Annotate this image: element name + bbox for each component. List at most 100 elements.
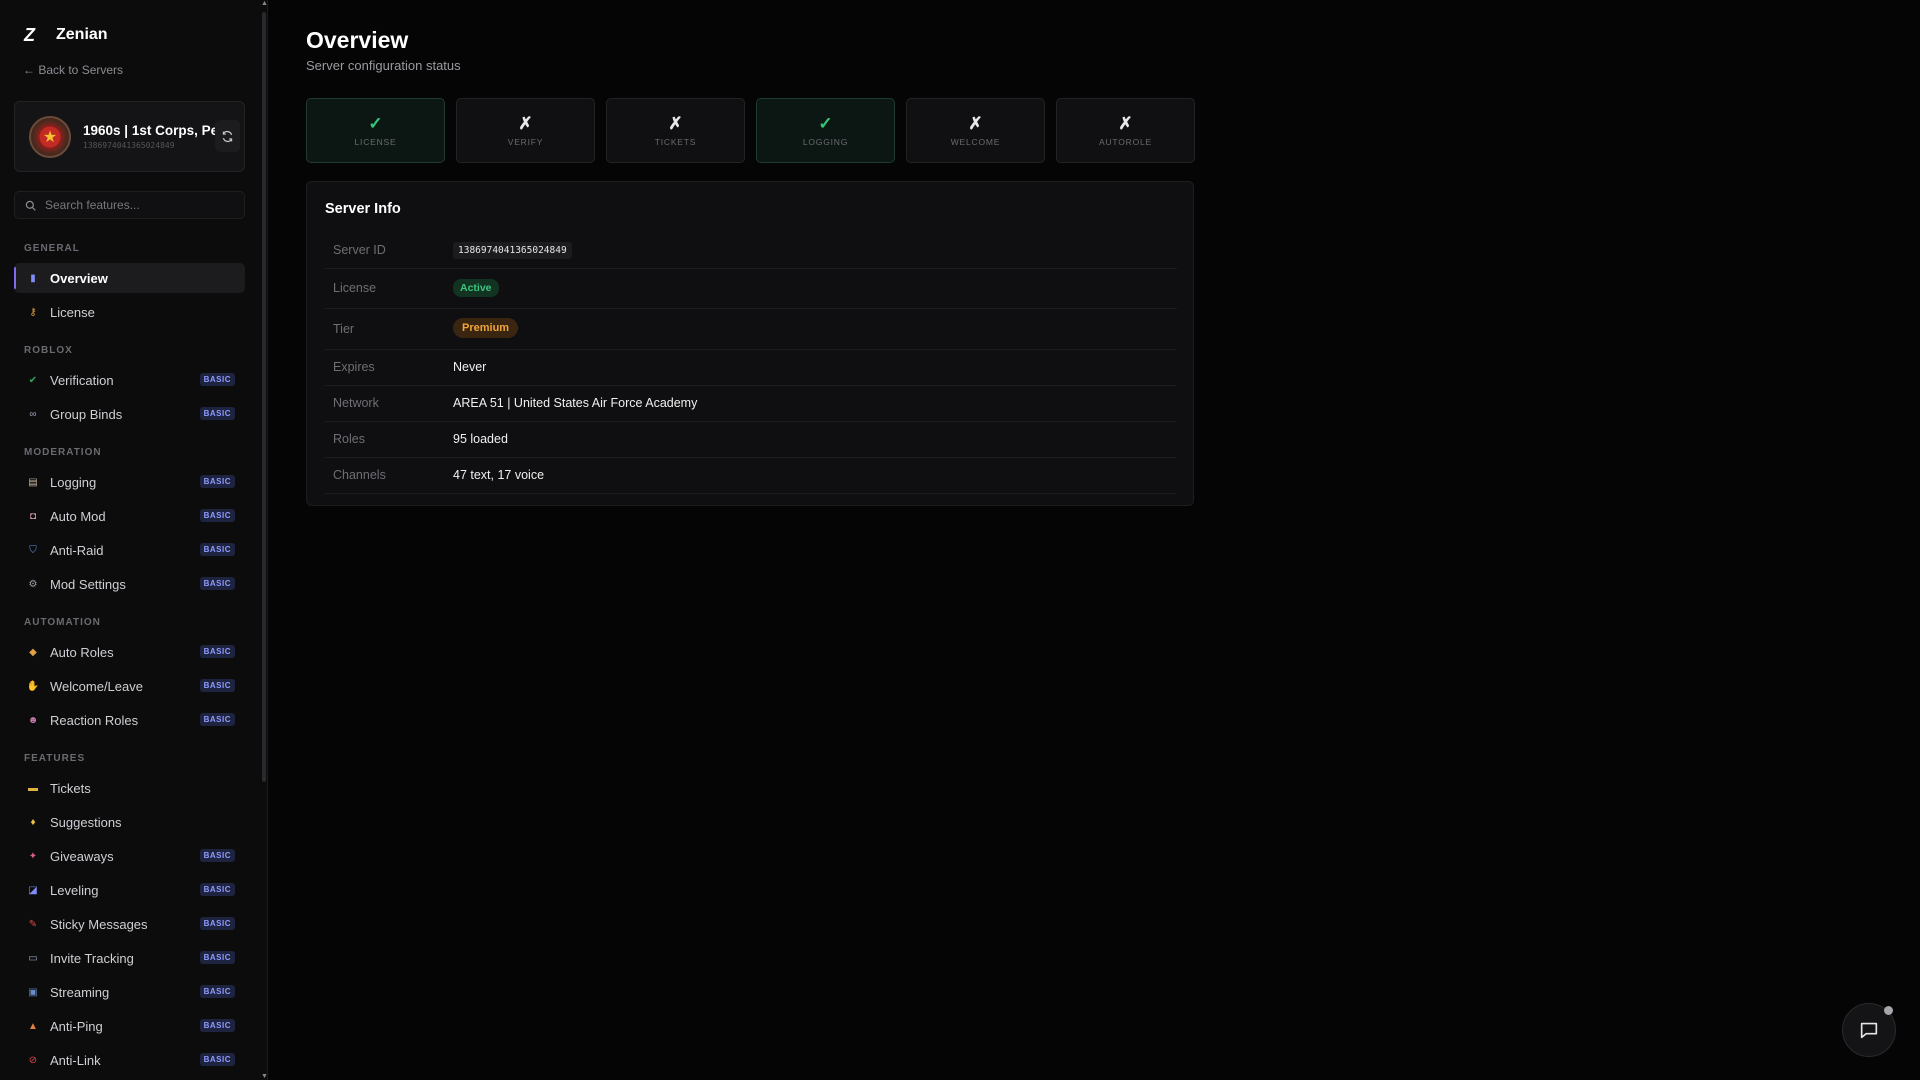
log-icon: ▤	[28, 476, 38, 488]
sidebar-item-mod-settings[interactable]: ⚙ Mod Settings BASIC	[14, 569, 245, 599]
sidebar-item-label: Welcome/Leave	[50, 678, 143, 694]
tier-badge: BASIC	[199, 985, 235, 998]
wave-icon: ✋	[26, 680, 40, 692]
sidebar-section-automation: AUTOMATION	[24, 617, 101, 628]
tier-badge: BASIC	[199, 543, 235, 556]
robot-icon: ◘	[29, 510, 37, 522]
sidebar-item-license[interactable]: ⚷ License	[14, 297, 245, 327]
cross-icon: ✗	[668, 114, 683, 133]
status-card-license[interactable]: ✓ LICENSE	[306, 98, 445, 163]
server-id: 1386974041365024849	[83, 141, 175, 150]
sidebar-item-reaction-roles[interactable]: ☻ Reaction Roles BASIC	[14, 705, 245, 735]
sidebar-item-label: Group Binds	[50, 406, 123, 422]
info-value-text: 95 loaded	[453, 432, 508, 446]
tier-badge: BASIC	[199, 475, 235, 488]
bulb-icon: ♦	[30, 816, 36, 828]
sidebar-item-label: Leveling	[50, 882, 99, 898]
status-card-label: VERIFY	[507, 137, 544, 147]
sidebar-item-suggestions[interactable]: ♦ Suggestions	[14, 807, 245, 837]
sidebar-item-label: Anti-Ping	[50, 1018, 103, 1034]
server-info-title: Server Info	[325, 201, 401, 217]
sidebar-item-anti-raid[interactable]: ⛉ Anti-Raid BASIC	[14, 535, 245, 565]
info-key: Expires	[333, 360, 375, 374]
sidebar: Z Zenian ← Back to Servers ★ 1960s | 1st…	[0, 0, 268, 1080]
info-key: License	[333, 281, 377, 295]
sidebar-item-verification[interactable]: ✔ Verification BASIC	[14, 365, 245, 395]
sidebar-item-label: Verification	[50, 372, 114, 388]
info-key: Channels	[333, 468, 386, 482]
status-card-label: TICKETS	[654, 137, 697, 147]
tier-badge: BASIC	[199, 951, 235, 964]
sidebar-section-features: FEATURES	[24, 753, 86, 764]
bell-icon: ▲	[28, 1020, 38, 1032]
status-card-autorole[interactable]: ✗ AUTOROLE	[1056, 98, 1195, 163]
sidebar-item-welcome-leave[interactable]: ✋ Welcome/Leave BASIC	[14, 671, 245, 701]
tier-badge: BASIC	[199, 645, 235, 658]
sidebar-item-overview[interactable]: ▮ Overview	[14, 263, 245, 293]
back-to-servers-link[interactable]: ← Back to Servers	[23, 63, 123, 77]
server-name: 1960s | 1st Corps, Pe...	[83, 123, 217, 138]
sidebar-item-label: Anti-Raid	[50, 542, 104, 558]
sidebar-item-giveaways[interactable]: ✦ Giveaways BASIC	[14, 841, 245, 871]
sidebar-item-logging[interactable]: ▤ Logging BASIC	[14, 467, 245, 497]
tier-badge: BASIC	[199, 917, 235, 930]
check-box-icon: ✔	[28, 374, 38, 386]
sidebar-item-label: Giveaways	[50, 848, 114, 864]
scroll-down-icon[interactable]: ▼	[261, 1073, 267, 1080]
sidebar-item-label: Auto Mod	[50, 508, 106, 524]
sidebar-item-sticky-messages[interactable]: ✎ Sticky Messages BASIC	[14, 909, 245, 939]
pin-icon: ✎	[28, 918, 38, 930]
sidebar-item-invite-tracking[interactable]: ▭ Invite Tracking BASIC	[14, 943, 245, 973]
masks-icon: ☻	[27, 714, 39, 726]
status-card-verify[interactable]: ✗ VERIFY	[456, 98, 595, 163]
status-card-tickets[interactable]: ✗ TICKETS	[606, 98, 745, 163]
sidebar-item-anti-link[interactable]: ⊘ Anti-Link BASIC	[14, 1045, 245, 1075]
info-row-license: License Active	[325, 269, 1177, 309]
sidebar-item-group-binds[interactable]: ∞ Group Binds BASIC	[14, 399, 245, 429]
chat-button[interactable]	[1842, 1003, 1896, 1057]
info-value: Never	[453, 360, 486, 374]
sidebar-item-label: Mod Settings	[50, 576, 126, 592]
info-row-server-id: Server ID 1386974041365024849	[325, 232, 1177, 269]
page-title: Overview	[306, 27, 409, 53]
status-card-label: WELCOME	[950, 137, 1001, 147]
info-value: 1386974041365024849	[453, 242, 572, 259]
link-icon: ∞	[29, 408, 37, 420]
search-box	[14, 191, 245, 219]
sidebar-scrollbar[interactable]: ▲ ▼	[261, 0, 267, 1080]
sidebar-item-label: Invite Tracking	[50, 950, 134, 966]
info-row-channels: Channels 47 text, 17 voice	[325, 458, 1177, 494]
sidebar-item-label: License	[50, 304, 95, 320]
scroll-up-icon[interactable]: ▲	[261, 0, 267, 7]
main-content: Overview Server configuration status ✓ LI…	[268, 0, 1920, 1080]
sidebar-item-auto-roles[interactable]: ◆ Auto Roles BASIC	[14, 637, 245, 667]
info-value-text: AREA 51 | United States Air Force Academ…	[453, 396, 698, 410]
server-info-panel: Server Info Server ID 1386974041365024849…	[306, 181, 1194, 506]
status-card-logging[interactable]: ✓ LOGGING	[756, 98, 895, 163]
status-card-welcome[interactable]: ✗ WELCOME	[906, 98, 1045, 163]
scrollbar-thumb[interactable]	[262, 12, 266, 782]
sidebar-item-leveling[interactable]: ◪ Leveling BASIC	[14, 875, 245, 905]
tier-badge: BASIC	[199, 407, 235, 420]
brand[interactable]: Z Zenian	[24, 20, 108, 50]
inbox-icon: ▭	[28, 952, 38, 964]
sidebar-item-label: Streaming	[50, 984, 110, 1000]
sidebar-item-anti-ping[interactable]: ▲ Anti-Ping BASIC	[14, 1011, 245, 1041]
license-status-badge: Active	[453, 279, 499, 297]
tier-badge: BASIC	[199, 679, 235, 692]
tier-badge: BASIC	[199, 1019, 235, 1032]
info-value: Active	[453, 279, 499, 297]
search-input[interactable]	[45, 192, 235, 218]
party-icon: ✦	[28, 850, 38, 862]
sidebar-item-auto-mod[interactable]: ◘ Auto Mod BASIC	[14, 501, 245, 531]
sidebar-item-tickets[interactable]: ▬ Tickets	[14, 773, 245, 803]
sidebar-item-streaming[interactable]: ▣ Streaming BASIC	[14, 977, 245, 1007]
ticket-icon: ▬	[28, 782, 38, 794]
server-avatar: ★	[29, 116, 71, 158]
info-value-text: Never	[453, 360, 487, 374]
refresh-button[interactable]	[215, 120, 240, 152]
info-key: Server ID	[333, 243, 386, 257]
info-key: Tier	[333, 322, 355, 336]
info-row-roles: Roles 95 loaded	[325, 422, 1177, 458]
tier-badge: BASIC	[199, 577, 235, 590]
